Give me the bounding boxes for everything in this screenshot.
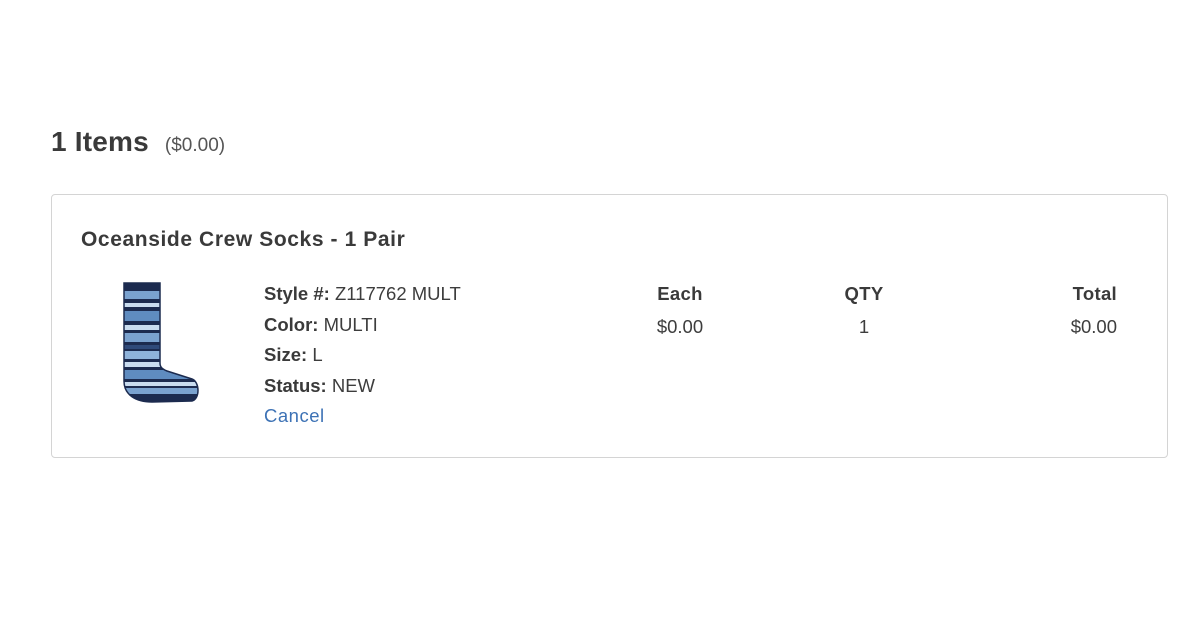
style-value: Z117762 MULT: [334, 283, 461, 304]
style-label: Style #:: [264, 283, 330, 304]
qty-header: QTY: [844, 283, 884, 304]
status-row: Status: NEW: [264, 371, 461, 402]
color-row: Color: MULTI: [264, 310, 461, 341]
cancel-link[interactable]: Cancel: [264, 405, 325, 426]
color-label: Color:: [264, 313, 319, 335]
size-value: L: [312, 344, 323, 365]
product-details: Style #: Z117762 MULT Color: MULTI Size:…: [264, 279, 461, 432]
each-header: Each: [657, 283, 703, 304]
qty-column: QTY 1: [814, 277, 914, 343]
style-row: Style #: Z117762 MULT: [264, 279, 461, 310]
color-value: MULTI: [323, 313, 378, 335]
status-value: NEW: [331, 374, 376, 396]
each-column: Each $0.00: [630, 277, 730, 343]
size-row: Size: L: [264, 340, 461, 371]
product-name: Oceanside Crew Socks - 1 Pair: [81, 228, 406, 251]
total-header: Total: [1072, 283, 1117, 304]
items-count: 1 Items: [51, 126, 149, 157]
each-price: $0.00: [656, 316, 704, 337]
cancel-row: Cancel: [264, 401, 461, 432]
order-item-card: Oceanside Crew Socks - 1 Pair Style #: Z…: [51, 194, 1168, 458]
sock-product-image: [123, 282, 199, 403]
items-total-price: ($0.00): [164, 135, 226, 156]
size-label: Size:: [264, 344, 308, 365]
order-summary-header: 1 Items ($0.00): [51, 126, 225, 158]
total-price: $0.00: [1070, 316, 1117, 337]
status-label: Status:: [264, 374, 327, 396]
total-column: Total $0.00: [1017, 277, 1117, 343]
qty-value: 1: [858, 316, 870, 337]
